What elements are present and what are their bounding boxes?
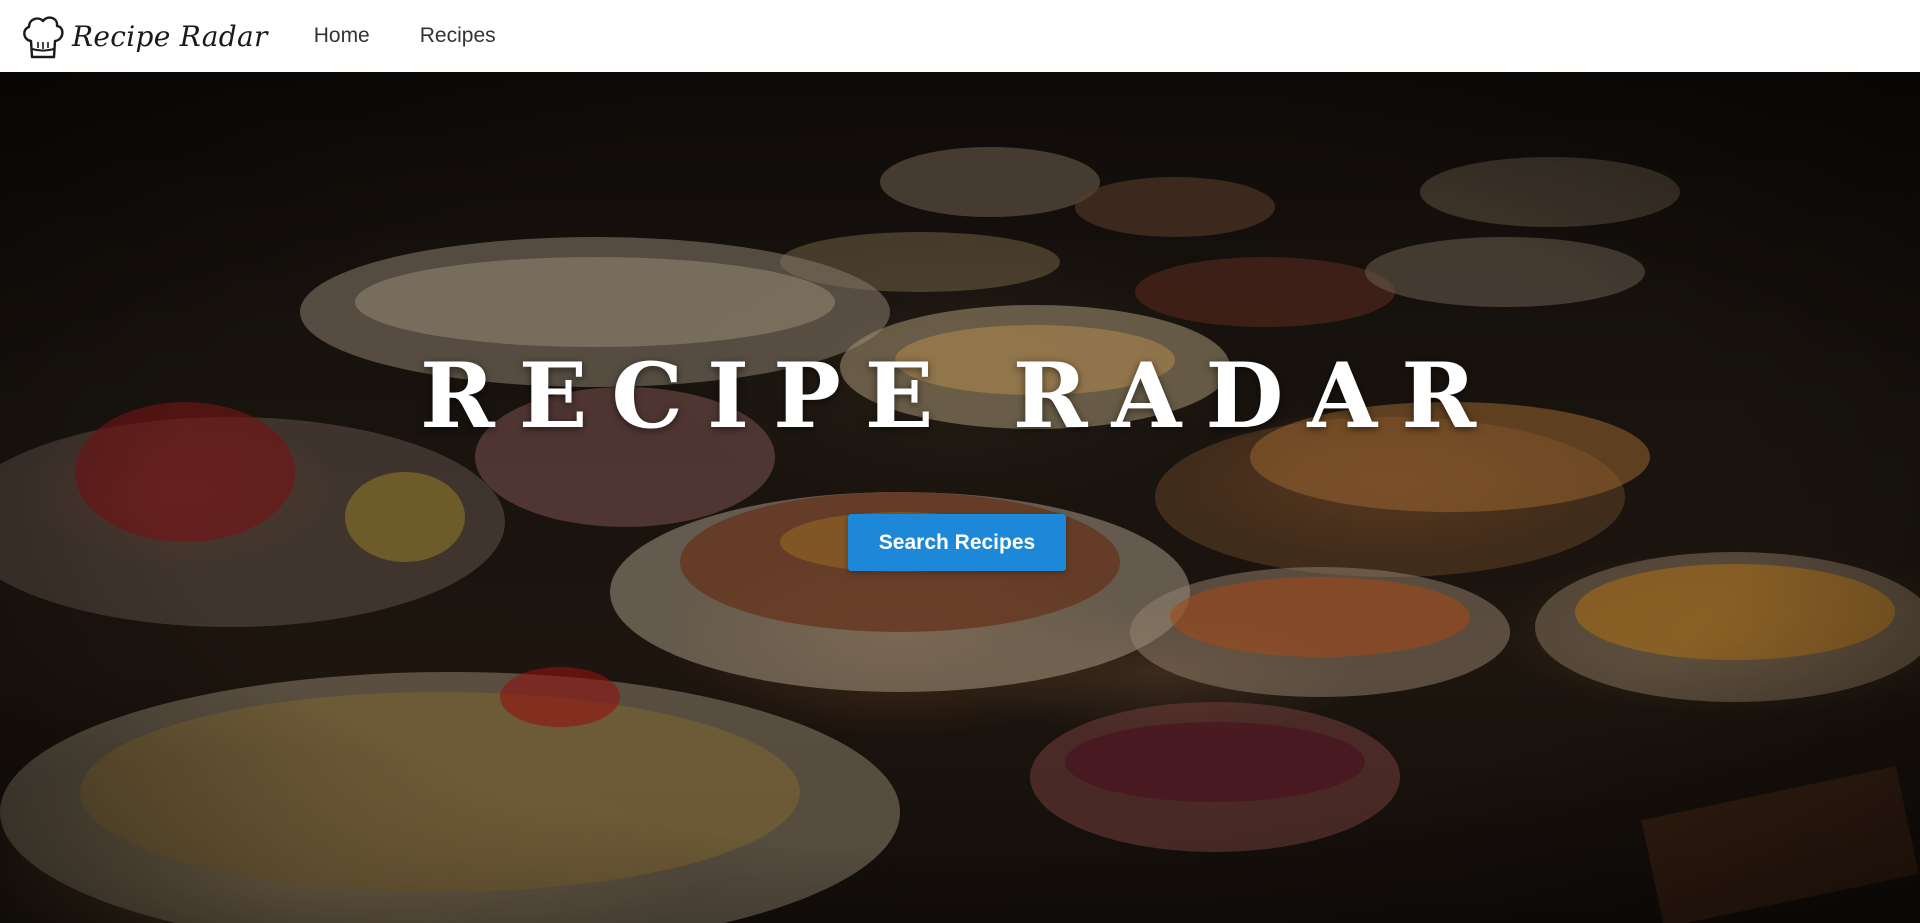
- hero-title: RECIPE RADAR: [419, 343, 1501, 449]
- nav-links: Home Recipes: [314, 24, 546, 48]
- brand-logo-link[interactable]: Recipe Radar: [20, 11, 268, 61]
- nav-link-recipes[interactable]: Recipes: [420, 24, 496, 48]
- nav-link-home[interactable]: Home: [314, 24, 370, 48]
- chef-hat-icon: [23, 16, 64, 59]
- hero-section: RECIPE RADAR Search Recipes: [0, 72, 1920, 923]
- navbar: Recipe Radar Home Recipes: [0, 0, 1920, 72]
- hero-overlay: [0, 72, 1920, 923]
- brand-name: Recipe Radar: [72, 19, 268, 53]
- search-recipes-button[interactable]: Search Recipes: [848, 514, 1066, 571]
